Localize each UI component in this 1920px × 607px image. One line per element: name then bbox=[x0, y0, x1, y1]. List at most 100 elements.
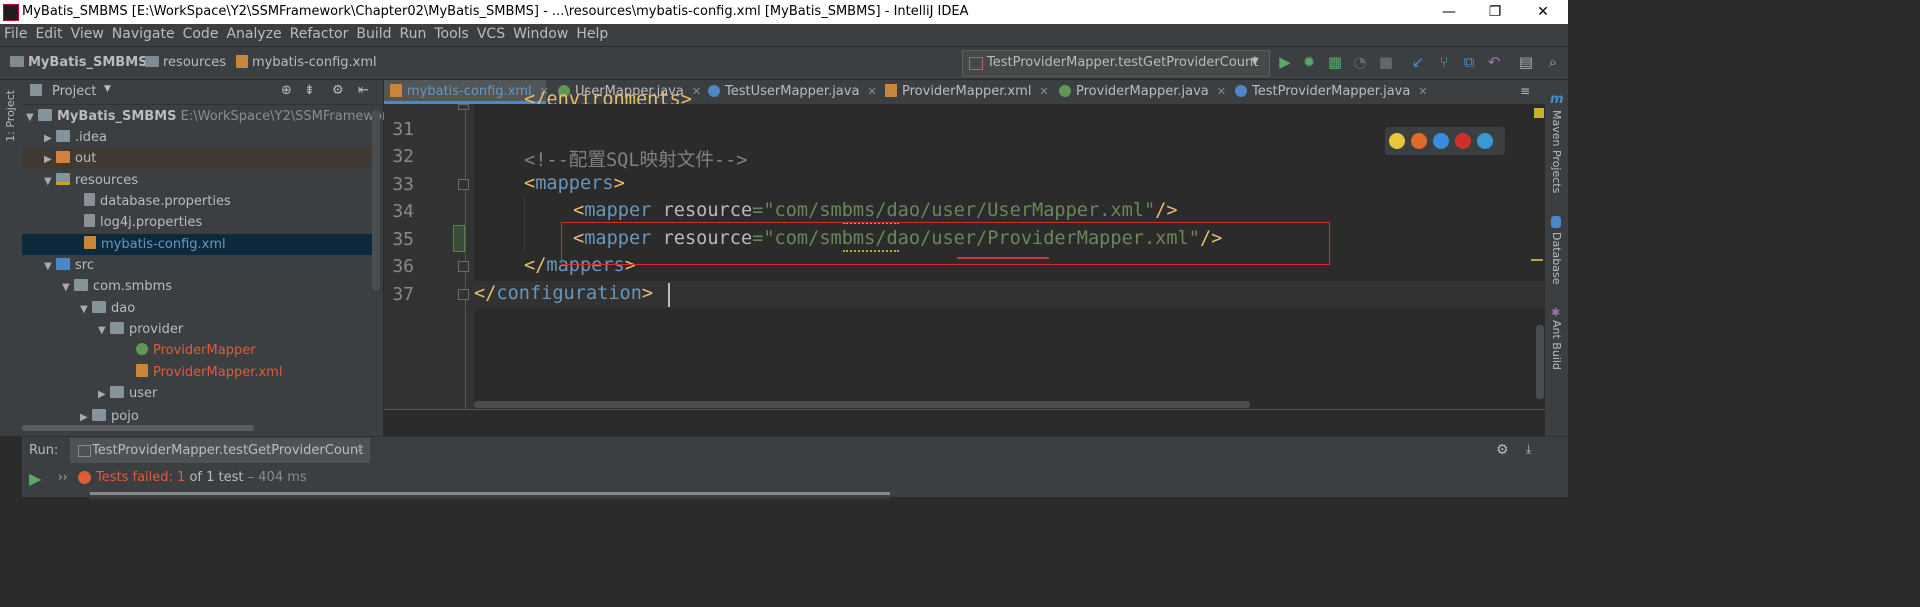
fold-marker-icon[interactable] bbox=[458, 104, 469, 110]
tree-item-com-smbms[interactable]: ▼ com.smbms bbox=[22, 276, 372, 297]
tree-item-src[interactable]: ▼ src bbox=[22, 255, 372, 276]
revert-icon[interactable]: ↶ bbox=[1486, 54, 1502, 70]
minimize-button[interactable]: — bbox=[1426, 0, 1472, 24]
close-tab-icon[interactable]: ✕ bbox=[1217, 85, 1226, 98]
run-tab-testprovidermapper[interactable]: TestProviderMapper.testGetProviderCount … bbox=[70, 438, 370, 463]
menu-refactor[interactable]: Refactor bbox=[286, 24, 353, 44]
fold-marker-icon[interactable] bbox=[458, 261, 469, 272]
code-line-mapper-user: <mapper resource="com/smbms/dao/user/Use… bbox=[573, 200, 1178, 221]
gutter-divider bbox=[465, 104, 466, 409]
xml-file-icon bbox=[236, 55, 248, 68]
code-line-configuration-close: </configuration> bbox=[474, 283, 654, 304]
tree-item-pojo[interactable]: ▶ pojo bbox=[22, 406, 372, 427]
tree-item-provider-mapper-java[interactable]: ProviderMapper bbox=[22, 340, 372, 361]
menu-window[interactable]: Window bbox=[509, 24, 572, 44]
run-icon[interactable]: ▶ bbox=[1277, 54, 1293, 70]
close-button[interactable]: ✕ bbox=[1520, 0, 1566, 24]
tree-item-dao[interactable]: ▼ dao bbox=[22, 298, 372, 319]
project-tool-tab[interactable]: 1: Project bbox=[4, 90, 17, 142]
editor-vertical-scrollbar[interactable] bbox=[1536, 325, 1544, 399]
menu-help[interactable]: Help bbox=[572, 24, 612, 44]
firefox-icon[interactable] bbox=[1411, 133, 1427, 149]
tab-testusermapper-java[interactable]: TestUserMapper.java ✕ bbox=[702, 80, 878, 104]
ant-build-tab[interactable]: Ant Build bbox=[1550, 320, 1563, 370]
hide-panel-icon[interactable]: ⤓ bbox=[1526, 442, 1531, 457]
project-vertical-scrollbar[interactable] bbox=[372, 110, 380, 290]
fold-marker-icon[interactable] bbox=[458, 179, 469, 190]
tree-item-resources[interactable]: ▼ resources bbox=[22, 170, 372, 191]
rerun-icon[interactable]: ▶ bbox=[29, 469, 41, 488]
menu-run[interactable]: Run bbox=[396, 24, 431, 44]
menu-navigate[interactable]: Navigate bbox=[108, 24, 179, 44]
close-tab-icon[interactable]: ✕ bbox=[356, 444, 364, 455]
tree-item-database-properties[interactable]: database.properties bbox=[22, 191, 372, 212]
menu-file[interactable]: File bbox=[0, 24, 31, 44]
code-line-comment: <!--配置SQL映射文件--> bbox=[524, 150, 748, 171]
line-number: 33 bbox=[392, 174, 414, 195]
stop-icon[interactable]: ■ bbox=[1378, 54, 1394, 70]
inspection-status-icon[interactable] bbox=[1534, 108, 1544, 118]
tab-providermapper-xml[interactable]: ProviderMapper.xml ✕ bbox=[879, 80, 1055, 104]
fold-marker-icon[interactable] bbox=[458, 289, 469, 300]
tree-item-user[interactable]: ▶ user bbox=[22, 383, 372, 404]
tab-mybatis-config-xml[interactable]: mybatis-config.xml ✕ bbox=[384, 80, 549, 104]
close-tab-icon[interactable]: ✕ bbox=[1418, 85, 1427, 98]
warning-stripe-marker[interactable] bbox=[1531, 259, 1543, 261]
menu-tools[interactable]: Tools bbox=[430, 24, 473, 44]
menu-code[interactable]: Code bbox=[179, 24, 223, 44]
internet-explorer-icon[interactable] bbox=[1477, 133, 1493, 149]
close-tab-icon[interactable]: ✕ bbox=[692, 85, 701, 98]
highlight-annotation-box bbox=[561, 222, 1330, 265]
class-icon bbox=[708, 85, 720, 97]
debug-icon[interactable]: ✹ bbox=[1301, 54, 1317, 70]
indent-guide bbox=[524, 196, 525, 252]
tree-item-provider[interactable]: ▼ provider bbox=[22, 319, 372, 340]
project-view-title[interactable]: Project bbox=[52, 84, 96, 99]
locate-file-icon[interactable]: ⊕ bbox=[281, 83, 292, 98]
collapse-all-icon[interactable]: ⇟ bbox=[304, 83, 315, 98]
coverage-icon[interactable]: ▦ bbox=[1327, 54, 1343, 70]
breadcrumb-resources[interactable]: resources bbox=[145, 55, 226, 70]
tree-item-idea[interactable]: ▶ .idea bbox=[22, 127, 372, 148]
package-icon bbox=[110, 386, 124, 398]
profile-icon[interactable]: ◔ bbox=[1352, 54, 1368, 70]
tree-item-out[interactable]: ▶ out bbox=[22, 148, 372, 169]
search-everywhere-icon[interactable]: ⌕ bbox=[1545, 54, 1561, 70]
menu-view[interactable]: View bbox=[67, 24, 108, 44]
close-tab-icon[interactable]: ✕ bbox=[1039, 85, 1048, 98]
tree-item-provider-mapper-xml[interactable]: ProviderMapper.xml bbox=[22, 362, 372, 383]
restore-button[interactable]: ❐ bbox=[1472, 0, 1518, 24]
vcs-update-icon[interactable]: ↙ bbox=[1410, 54, 1426, 70]
tab-providermapper-java[interactable]: ProviderMapper.java ✕ bbox=[1053, 80, 1234, 104]
opera-icon[interactable] bbox=[1455, 133, 1471, 149]
line-number: 34 bbox=[392, 201, 414, 222]
chrome-icon[interactable] bbox=[1389, 133, 1405, 149]
close-tab-icon[interactable]: ✕ bbox=[867, 85, 876, 98]
menu-vcs[interactable]: VCS bbox=[473, 24, 509, 44]
tab-testprovidermapper-java[interactable]: TestProviderMapper.java ✕ bbox=[1229, 80, 1430, 104]
chevron-down-icon[interactable]: ▼ bbox=[104, 84, 111, 94]
tree-item-log4j-properties[interactable]: log4j.properties bbox=[22, 212, 372, 233]
project-structure-icon[interactable]: ▤ bbox=[1518, 54, 1534, 70]
expand-toolbar-icon[interactable]: ›› bbox=[58, 470, 68, 484]
menu-analyze[interactable]: Analyze bbox=[222, 24, 285, 44]
compare-icon[interactable]: ⧉ bbox=[1461, 54, 1477, 70]
folder-icon bbox=[145, 56, 159, 67]
run-configuration-selector[interactable]: TestProviderMapper.testGetProviderCount … bbox=[962, 50, 1270, 77]
gear-icon[interactable]: ⚙ bbox=[332, 83, 344, 98]
maven-projects-tab[interactable]: Maven Projects bbox=[1550, 110, 1563, 193]
editor-horizontal-scrollbar[interactable] bbox=[474, 401, 1250, 408]
breadcrumb-project[interactable]: MyBatis_SMBMS bbox=[10, 55, 148, 70]
menu-build[interactable]: Build bbox=[352, 24, 395, 44]
tab-list-icon[interactable]: ≡ bbox=[1520, 84, 1530, 98]
vcs-commit-icon[interactable]: ⑂ bbox=[1436, 54, 1452, 70]
project-horizontal-scrollbar[interactable] bbox=[22, 425, 254, 431]
safari-icon[interactable] bbox=[1433, 133, 1449, 149]
breadcrumb-file[interactable]: mybatis-config.xml bbox=[236, 55, 377, 70]
database-tab[interactable]: Database bbox=[1550, 232, 1563, 285]
tree-item-mybatis-config[interactable]: mybatis-config.xml bbox=[22, 234, 380, 255]
gear-icon[interactable]: ⚙ bbox=[1496, 442, 1509, 458]
hide-panel-icon[interactable]: ⇤ bbox=[358, 83, 369, 98]
menu-edit[interactable]: Edit bbox=[31, 24, 66, 44]
tree-item-project-root[interactable]: ▼ MyBatis_SMBMS E:\WorkSpace\Y2\SSMFramew… bbox=[22, 106, 408, 127]
